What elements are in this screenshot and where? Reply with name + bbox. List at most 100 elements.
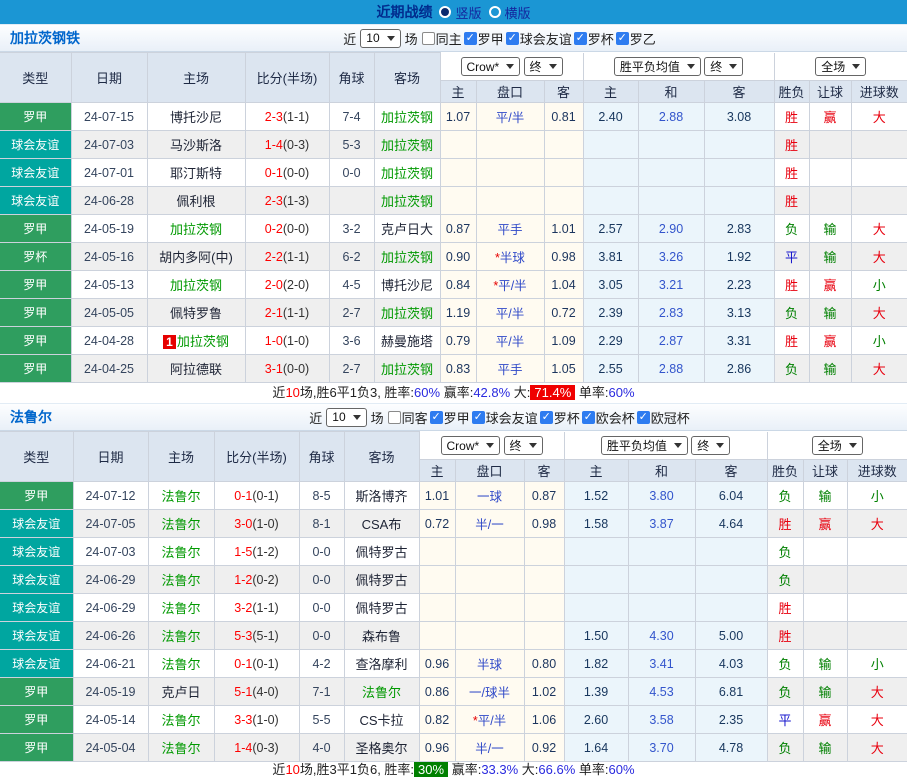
league-checkbox-3[interactable]: ✓罗乙 [616, 29, 656, 48]
away-team-name: 圣格奥尔 [355, 741, 407, 756]
halftime-score: (1-0) [252, 517, 278, 531]
avg-select[interactable]: 胜平负均值 [614, 57, 701, 76]
score-cell: 1-5(1-2) [214, 538, 299, 566]
league-checkbox-2[interactable]: ✓罗杯 [574, 29, 614, 48]
scope-select[interactable]: 全场 [815, 57, 866, 76]
avg-select[interactable]: 胜平负均值 [601, 436, 688, 455]
handicap-away-odds [544, 131, 583, 159]
handicap-line-cell: 半球 [455, 650, 524, 678]
avg-final-select-value: 终 [697, 437, 709, 454]
league-checkbox-4[interactable]: ✓欧冠杯 [637, 408, 690, 427]
corner-cell: 0-0 [329, 159, 374, 187]
fulltime-score: 1-4 [234, 741, 252, 755]
chevron-down-icon [486, 443, 494, 452]
score-cell: 0-1(0-1) [214, 482, 299, 510]
league-checkbox-1[interactable]: ✓球会友谊 [506, 29, 572, 48]
team-name: 法鲁尔 [10, 407, 52, 427]
goals-result-cell: 小 [851, 327, 907, 355]
same-venue-checkbox[interactable]: 同客 [388, 408, 428, 427]
result-cell: 负 [774, 215, 809, 243]
col-header-crow-away: 客 [524, 460, 564, 482]
handicap-line: 一/球半 [469, 686, 510, 700]
avg-away-odds: 2.35 [695, 706, 767, 734]
team-section: 加拉茨钢铁 近10场同主✓罗甲✓球会友谊✓罗杯✓罗乙 类型日期主场比分(半场)角… [0, 24, 907, 403]
home-team-cell: 阿拉德联 [147, 355, 245, 383]
league-checkbox-1[interactable]: ✓球会友谊 [472, 408, 538, 427]
handicap-line: 半/一 [475, 518, 503, 532]
handicap-home-odds: 1.07 [440, 103, 476, 131]
goals-result-cell: 大 [851, 215, 907, 243]
same-venue-checkbox[interactable]: 同主 [422, 29, 462, 48]
handicap-away-odds: 0.81 [544, 103, 583, 131]
avg-home-odds: 1.50 [564, 622, 628, 650]
avg-away-odds [695, 594, 767, 622]
home-team-cell: 胡内多阿(中) [147, 243, 245, 271]
fulltime-score: 3-3 [234, 713, 252, 727]
handicap-result-cell [803, 622, 847, 650]
scope-select[interactable]: 全场 [812, 436, 863, 455]
halftime-score: (1-1) [283, 110, 309, 124]
fulltime-score: 2-3 [265, 194, 283, 208]
col-header-type: 类型 [0, 53, 71, 103]
checkbox-unchecked-icon [422, 32, 435, 45]
away-team-cell: 克卢日大 [374, 215, 440, 243]
summary-line: 近10场,胜6平1负3, 胜率:60% 赢率:42.8% 大:71.4% 单率:… [0, 383, 907, 403]
away-team-name: 森布鲁 [362, 629, 401, 644]
match-count-select[interactable]: 10 [360, 29, 400, 48]
away-team-name: 加拉茨钢 [381, 110, 433, 125]
home-team-name: 耶汀斯特 [170, 166, 222, 181]
away-team-name: 加拉茨钢 [381, 362, 433, 377]
avg-draw-odds [628, 594, 695, 622]
league-checkbox-3[interactable]: ✓欧会杯 [582, 408, 635, 427]
type-cell: 罗甲 [0, 299, 71, 327]
avg-home-odds: 1.39 [564, 678, 628, 706]
result-cell: 胜 [774, 103, 809, 131]
corner-cell: 5-5 [299, 706, 344, 734]
topbar: 近期战绩 竖版横版 [0, 0, 907, 24]
checkbox-checked-icon: ✓ [540, 411, 553, 424]
league-checkbox-0[interactable]: ✓罗甲 [430, 408, 470, 427]
odds-final-select[interactable]: 终 [504, 436, 543, 455]
layout-radio-horizontal[interactable]: 横版 [489, 3, 531, 22]
table-row: 罗甲24-05-13加拉茨钢2-0(2-0)4-5博托沙尼0.84*平/半1.0… [0, 271, 907, 299]
avg-draw-odds [628, 566, 695, 594]
corner-cell: 7-1 [299, 678, 344, 706]
matches-table: 类型日期主场比分(半场)角球客场Crow* 终胜平负均值 终全场主盘口客主和客胜… [0, 52, 907, 383]
corner-cell: 2-7 [329, 299, 374, 327]
league-checkbox-2[interactable]: ✓罗杯 [540, 408, 580, 427]
odds-company-select[interactable]: Crow* [461, 57, 521, 76]
away-team-cell: 加拉茨钢 [374, 131, 440, 159]
home-team-name: 法鲁尔 [161, 601, 200, 616]
handicap-result-cell [803, 566, 847, 594]
away-team-name: 佩特罗古 [355, 601, 407, 616]
match-count-select[interactable]: 10 [326, 408, 366, 427]
handicap-home-odds: 1.01 [419, 482, 455, 510]
team-name: 加拉茨钢铁 [10, 28, 80, 48]
date-cell: 24-07-12 [73, 482, 148, 510]
handicap-away-odds [524, 594, 564, 622]
avg-final-select[interactable]: 终 [704, 57, 743, 76]
handicap-line-cell: 半/一 [455, 510, 524, 538]
chevron-down-icon [687, 64, 695, 73]
odds-company-select[interactable]: Crow* [441, 436, 501, 455]
score-cell: 1-4(0-3) [245, 131, 329, 159]
col-header-avg-draw: 和 [628, 460, 695, 482]
checkbox-checked-icon: ✓ [506, 32, 519, 45]
league-checkbox-0[interactable]: ✓罗甲 [464, 29, 504, 48]
layout-radio-vertical[interactable]: 竖版 [439, 3, 481, 22]
fulltime-score: 0-1 [265, 166, 283, 180]
avg-final-select[interactable]: 终 [691, 436, 730, 455]
home-team-name: 博托沙尼 [170, 110, 222, 125]
checkbox-checked-icon: ✓ [637, 411, 650, 424]
fulltime-score: 3-1 [265, 362, 283, 376]
type-cell: 球会友谊 [0, 650, 73, 678]
avg-home-odds [564, 538, 628, 566]
type-cell: 罗甲 [0, 678, 73, 706]
chevron-down-icon [549, 64, 557, 73]
avg-draw-odds: 4.30 [628, 622, 695, 650]
goals-result-cell [851, 131, 907, 159]
handicap-result-cell [803, 594, 847, 622]
odds-final-select[interactable]: 终 [524, 57, 563, 76]
corner-cell: 0-0 [299, 566, 344, 594]
avg-draw-odds: 3.41 [628, 650, 695, 678]
